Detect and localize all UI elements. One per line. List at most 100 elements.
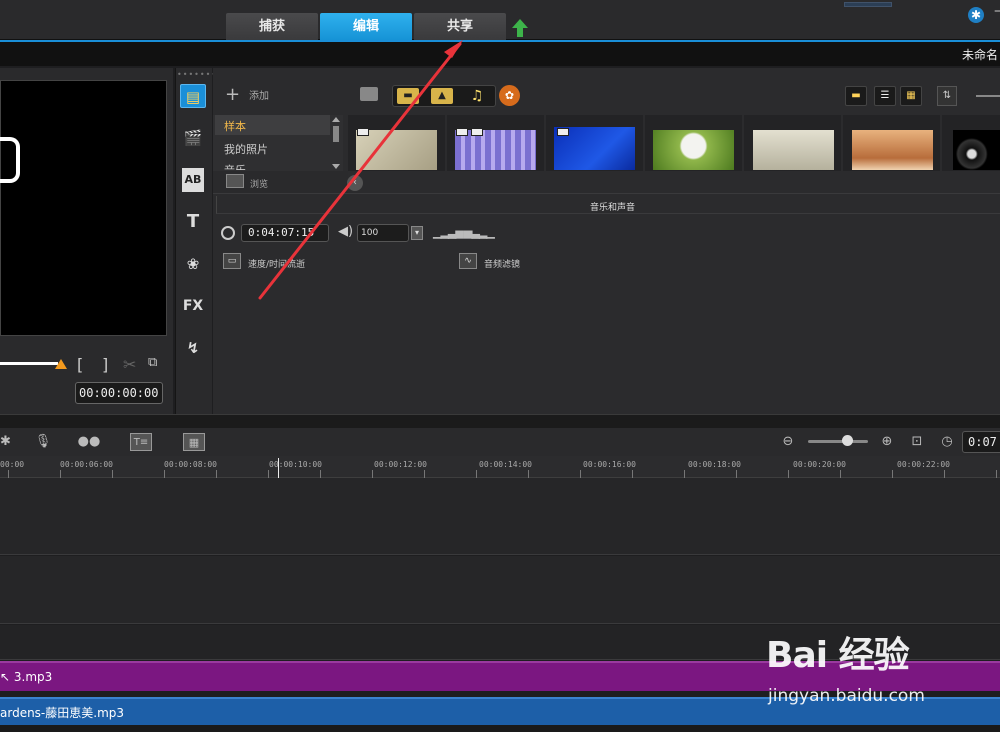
audio-panel-title: 音乐和声音: [590, 203, 636, 213]
fade-in-icon[interactable]: ▁▂▃▅: [433, 226, 464, 239]
tab-share[interactable]: 共享: [414, 13, 506, 40]
ruler-tick: [112, 470, 113, 478]
side-toolbar: [175, 68, 212, 414]
mark-out-button[interactable]: ]: [102, 355, 108, 374]
transition-icon[interactable]: AB: [182, 168, 204, 192]
view-list-icon[interactable]: ☰: [874, 86, 896, 106]
zoom-out-icon[interactable]: ⊖: [780, 433, 796, 451]
thumbnail-image[interactable]: [852, 130, 933, 170]
folder-scrollbar[interactable]: [331, 116, 341, 170]
ruler-tick: [424, 470, 425, 478]
filter-all-icon[interactable]: ✿: [499, 85, 520, 106]
instant-project-icon[interactable]: 🎬: [180, 126, 206, 150]
scrub-handle[interactable]: [55, 359, 67, 369]
volume-field[interactable]: 100: [357, 224, 409, 242]
graphics-icon[interactable]: ❀: [180, 252, 206, 276]
filter-photo-icon[interactable]: ▲: [431, 88, 453, 104]
zoom-in-icon[interactable]: ⊕: [879, 433, 895, 451]
browse-icon[interactable]: [226, 174, 244, 188]
playhead[interactable]: [278, 458, 279, 478]
timeline-timecode[interactable]: 0:07: [962, 431, 1000, 453]
media-icon[interactable]: ▤: [180, 84, 206, 108]
tab-capture[interactable]: 捕获: [226, 13, 318, 40]
multi-track-icon[interactable]: ●●: [77, 433, 101, 451]
timeline-divider: [0, 414, 1000, 428]
audio-filter-icon[interactable]: ∿: [459, 253, 477, 269]
view-large-icon[interactable]: ▬: [845, 86, 867, 106]
ruler-tick: [476, 470, 477, 478]
sort-icon[interactable]: ⇅: [937, 86, 957, 106]
ruler-tick: [892, 470, 893, 478]
scissors-icon[interactable]: ✂: [123, 355, 136, 374]
ruler-label: 00:00:08:00: [164, 460, 217, 469]
zoom-slider-knob[interactable]: [842, 435, 853, 446]
fade-out-icon[interactable]: ▅▃▂▁: [464, 226, 495, 239]
ruler-label: 00:00:18:00: [688, 460, 741, 469]
browse-label[interactable]: 浏览: [250, 177, 268, 190]
mark-in-button[interactable]: [: [77, 355, 83, 374]
filter-audio-icon[interactable]: ♫: [466, 88, 488, 104]
thumbnail-image[interactable]: [356, 130, 437, 170]
ruler-tick: [788, 470, 789, 478]
split-screen-icon[interactable]: ▦: [183, 433, 205, 451]
video-badge-icon: [357, 128, 369, 136]
folder-item-my-photos[interactable]: 我的照片: [224, 141, 268, 157]
overlay-track[interactable]: [0, 556, 1000, 624]
thumbnail-image[interactable]: [455, 130, 536, 170]
ruler-tick: [944, 470, 945, 478]
fit-project-icon[interactable]: ⊡: [908, 433, 926, 451]
volume-dropdown-icon[interactable]: ▾: [411, 226, 423, 240]
speed-time-lapse-label[interactable]: 速度/时间流逝: [248, 257, 305, 270]
ruler-label: 00:00:14:00: [479, 460, 532, 469]
ruler-tick: [372, 470, 373, 478]
ruler-tick: [996, 470, 997, 478]
collapse-icon[interactable]: ‹: [347, 175, 363, 191]
ruler-label: 00:00:12:00: [374, 460, 427, 469]
ruler-label: 00:00:10:00: [269, 460, 322, 469]
folder-icon[interactable]: [360, 87, 378, 101]
thumbnail-image[interactable]: [753, 130, 834, 170]
speed-icon[interactable]: ▭: [223, 253, 241, 269]
ruler-tick: [320, 470, 321, 478]
add-icon[interactable]: +: [225, 84, 240, 105]
fx-icon[interactable]: FX: [180, 294, 206, 318]
folder-item-music[interactable]: 音乐: [224, 162, 246, 170]
ruler-tick: [528, 470, 529, 478]
video-badge-icon: [456, 128, 468, 136]
ruler-tick: [268, 470, 269, 478]
view-grid-icon[interactable]: ▦: [900, 86, 922, 106]
voice-clip-name: 3.mp3: [13, 670, 53, 684]
add-label[interactable]: 添加: [249, 87, 269, 102]
scrub-bar[interactable]: [0, 362, 58, 365]
clock-icon: [221, 226, 235, 240]
thumbnail-size-slider[interactable]: [976, 95, 1000, 97]
video-badge-icon: [471, 128, 483, 136]
audio-filter-label[interactable]: 音频滤镜: [484, 257, 520, 270]
thumbnail-image[interactable]: [953, 130, 1000, 170]
subtitle-icon[interactable]: T≡: [130, 433, 152, 451]
progress-indicator: [844, 2, 892, 7]
upload-icon[interactable]: [512, 19, 528, 37]
ruler-tick: [216, 470, 217, 478]
zoom-slider[interactable]: [808, 440, 868, 443]
duration-field[interactable]: 0:04:07:15: [241, 224, 329, 242]
preview-timecode[interactable]: 00:00:00:00: [75, 382, 163, 404]
copy-icon[interactable]: ⧉: [148, 355, 157, 370]
folder-item-samples[interactable]: 样本: [224, 118, 246, 134]
filter-video-icon[interactable]: ▬: [397, 88, 419, 104]
audio-mixer-icon[interactable]: ✱: [0, 433, 11, 451]
minimize-icon[interactable]: –: [994, 3, 1000, 19]
baidu-watermark: Bai 经验: [766, 635, 910, 676]
ruler-tick: [840, 470, 841, 478]
tab-edit[interactable]: 编辑: [320, 13, 412, 40]
music-sound-panel: [213, 193, 1000, 414]
video-track[interactable]: [0, 478, 1000, 555]
title-icon[interactable]: T: [180, 210, 206, 234]
duration-value: 0:04:07:15: [248, 226, 315, 239]
record-voice-icon[interactable]: 🎙: [32, 433, 54, 451]
volume-icon: ◀): [338, 224, 354, 239]
globe-icon[interactable]: ✱: [968, 7, 984, 23]
thumbnail-image[interactable]: [653, 130, 734, 170]
motion-path-icon[interactable]: ↯: [180, 336, 206, 360]
ruler-tick: [8, 470, 9, 478]
